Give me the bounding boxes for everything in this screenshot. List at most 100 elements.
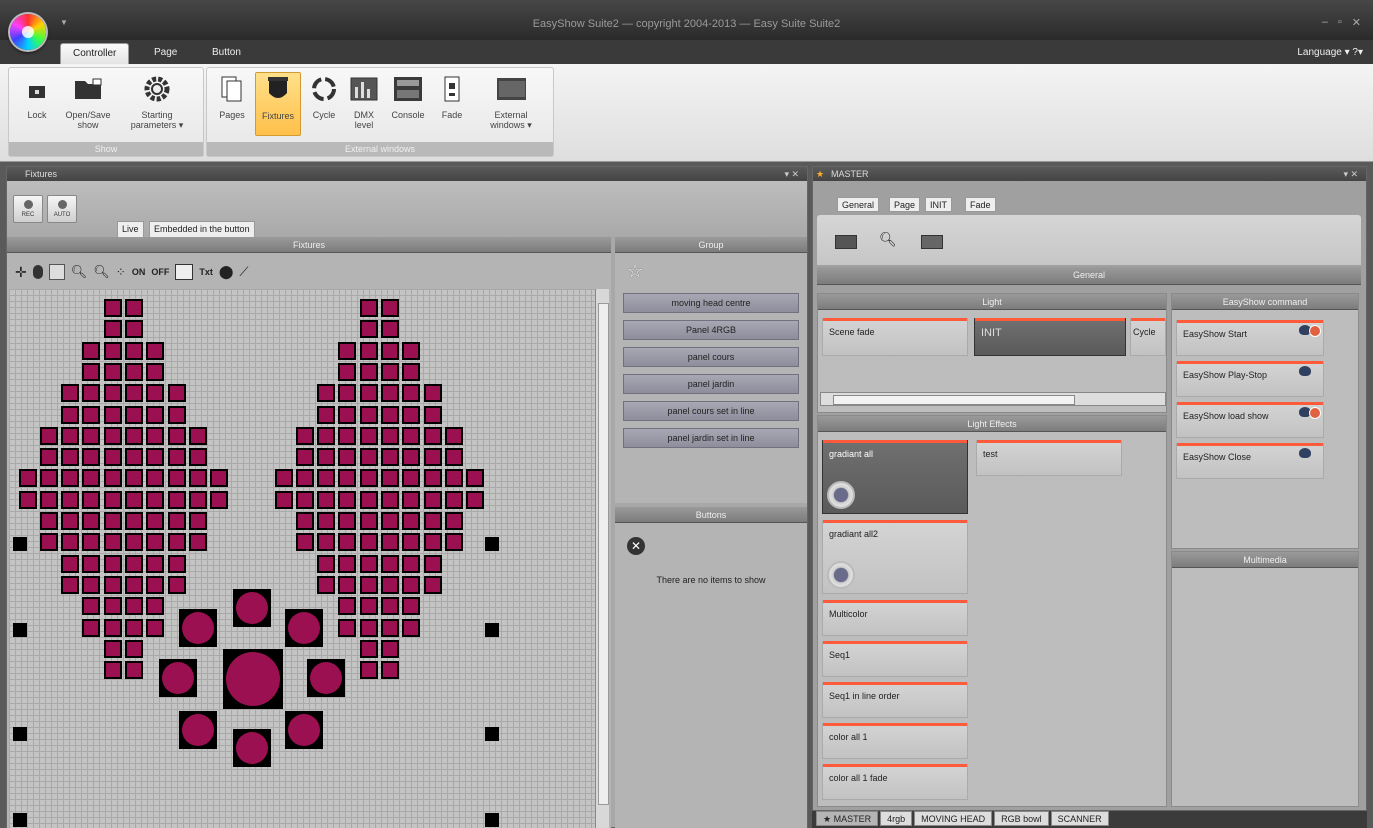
fixture[interactable] — [360, 469, 378, 487]
text-toggle-button[interactable]: Txt — [199, 267, 213, 277]
fixture[interactable] — [338, 619, 356, 637]
fixture[interactable] — [296, 469, 314, 487]
fixture[interactable] — [61, 448, 79, 466]
fixture[interactable] — [168, 384, 186, 402]
fixture[interactable] — [104, 469, 122, 487]
fixture[interactable] — [424, 384, 442, 402]
fixture[interactable] — [125, 448, 143, 466]
fixture[interactable] — [317, 469, 335, 487]
on-button[interactable]: ON — [132, 267, 146, 277]
fixture[interactable] — [296, 448, 314, 466]
fixture[interactable] — [402, 533, 420, 551]
fixture[interactable] — [104, 363, 122, 381]
bottom-tab-scanner[interactable]: SCANNER — [1050, 811, 1109, 826]
fixture[interactable] — [381, 469, 399, 487]
fixture[interactable] — [168, 448, 186, 466]
fixture-round[interactable] — [285, 711, 323, 749]
fade-button[interactable]: Fade — [435, 72, 469, 120]
fixture[interactable] — [360, 448, 378, 466]
fixture[interactable] — [275, 491, 293, 509]
grid-tool-icon[interactable] — [175, 264, 194, 280]
fixture[interactable] — [125, 406, 143, 424]
fixture[interactable] — [360, 320, 378, 338]
fixture[interactable] — [402, 448, 420, 466]
tab-page[interactable]: Page — [889, 197, 921, 212]
fixture[interactable] — [82, 576, 100, 594]
fixture[interactable] — [381, 299, 399, 317]
fixture[interactable] — [445, 491, 463, 509]
fixture[interactable] — [381, 555, 399, 573]
fixture[interactable] — [104, 597, 122, 615]
fixture[interactable] — [402, 597, 420, 615]
fixture[interactable] — [402, 576, 420, 594]
tab-page[interactable]: Page — [142, 43, 189, 64]
fixture[interactable] — [40, 469, 58, 487]
easyshow-close-button[interactable]: EasyShow Close — [1176, 443, 1324, 479]
fixture-round[interactable] — [233, 589, 271, 627]
tab-general[interactable]: General — [837, 197, 880, 212]
effect-item[interactable]: gradiant all2 — [822, 520, 968, 594]
fixture[interactable] — [82, 427, 100, 445]
fixture[interactable] — [146, 491, 164, 509]
fixture[interactable] — [61, 555, 79, 573]
fixture[interactable] — [445, 533, 463, 551]
fixture[interactable] — [381, 320, 399, 338]
fixture[interactable] — [402, 384, 420, 402]
fixture[interactable] — [104, 448, 122, 466]
group-item[interactable]: moving head centre — [623, 293, 799, 313]
fixture[interactable] — [104, 320, 122, 338]
fixture[interactable] — [338, 427, 356, 445]
fixture[interactable] — [402, 469, 420, 487]
fixture[interactable] — [104, 576, 122, 594]
fixture[interactable] — [381, 448, 399, 466]
group-item[interactable]: panel jardin — [623, 374, 799, 394]
fixture[interactable] — [360, 555, 378, 573]
fixture[interactable] — [104, 406, 122, 424]
fixture[interactable] — [125, 640, 143, 658]
star-icon[interactable]: ☆ — [627, 261, 643, 282]
tab-fade[interactable]: Fade — [965, 197, 996, 212]
fixture[interactable] — [360, 299, 378, 317]
close-button[interactable]: ✕ — [1352, 16, 1361, 29]
fixture[interactable] — [338, 512, 356, 530]
fixture[interactable] — [19, 491, 37, 509]
fixture[interactable] — [82, 406, 100, 424]
fixture[interactable] — [125, 299, 143, 317]
fixture[interactable] — [168, 555, 186, 573]
fixture[interactable] — [104, 661, 122, 679]
light-item-cycle[interactable]: Cycle — [1130, 318, 1166, 356]
fixture[interactable] — [402, 555, 420, 573]
effect-knob-icon[interactable] — [827, 481, 855, 509]
fixture[interactable] — [125, 342, 143, 360]
fixture[interactable] — [189, 533, 207, 551]
minimize-button[interactable]: – — [1322, 16, 1328, 29]
fixture-round[interactable] — [179, 609, 217, 647]
fixture[interactable] — [360, 384, 378, 402]
fixture[interactable] — [445, 512, 463, 530]
fixture[interactable] — [485, 813, 499, 827]
fixture[interactable] — [61, 384, 79, 402]
fixture[interactable] — [360, 342, 378, 360]
fixture[interactable] — [317, 427, 335, 445]
fixture[interactable] — [82, 533, 100, 551]
fixture[interactable] — [125, 555, 143, 573]
fixture[interactable] — [210, 491, 228, 509]
easyshow-start-button[interactable]: EasyShow Start — [1176, 320, 1324, 356]
fixture[interactable] — [146, 427, 164, 445]
group-item[interactable]: Panel 4RGB — [623, 320, 799, 340]
fixture[interactable] — [424, 427, 442, 445]
fixture[interactable] — [402, 491, 420, 509]
fixture[interactable] — [317, 406, 335, 424]
effect-item[interactable]: test — [976, 440, 1122, 476]
fixture[interactable] — [338, 597, 356, 615]
fixture[interactable] — [317, 448, 335, 466]
fixture[interactable] — [360, 363, 378, 381]
fixture[interactable] — [40, 533, 58, 551]
fixture[interactable] — [189, 448, 207, 466]
fixture[interactable] — [381, 491, 399, 509]
fixture[interactable] — [61, 491, 79, 509]
fixture[interactable] — [402, 406, 420, 424]
fixture[interactable] — [317, 576, 335, 594]
fixture[interactable] — [424, 533, 442, 551]
fixture[interactable] — [125, 427, 143, 445]
